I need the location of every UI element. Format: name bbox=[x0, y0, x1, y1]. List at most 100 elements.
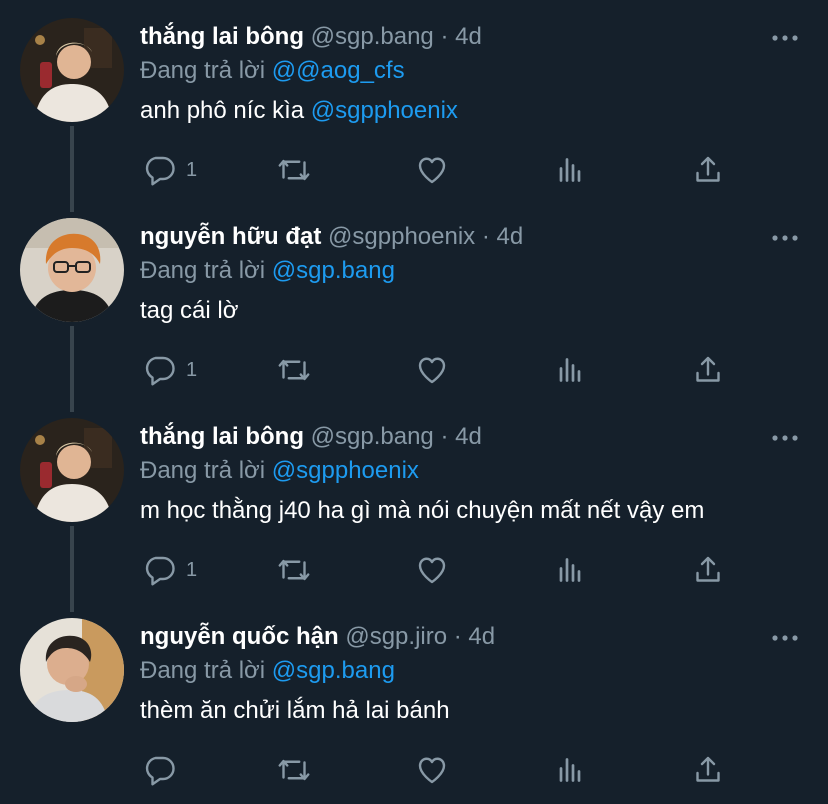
tweet-text-content: m học thằng j40 ha gì mà nói chuyện mất … bbox=[140, 497, 705, 524]
analytics-icon bbox=[559, 358, 581, 382]
avatar-photo-icon bbox=[20, 418, 124, 522]
analytics-button[interactable] bbox=[552, 550, 588, 590]
reply-button[interactable]: 1 bbox=[142, 150, 197, 190]
share-icon bbox=[696, 156, 720, 182]
user-handle[interactable]: @sgp.bang bbox=[311, 423, 434, 450]
separator-dot: · bbox=[440, 23, 449, 50]
analytics-button[interactable] bbox=[552, 750, 588, 790]
reply-icon bbox=[145, 556, 175, 586]
timestamp[interactable]: 4d bbox=[455, 423, 482, 450]
retweet-button[interactable] bbox=[276, 750, 312, 790]
reply-button[interactable] bbox=[142, 750, 186, 790]
tweet-actions bbox=[140, 750, 760, 790]
display-name[interactable]: nguyễn quốc hận bbox=[140, 623, 339, 650]
timestamp[interactable]: 4d bbox=[497, 223, 524, 250]
replying-to-mention[interactable]: @sgpphoenix bbox=[272, 457, 419, 484]
like-button[interactable] bbox=[414, 750, 450, 790]
timestamp[interactable]: 4d bbox=[455, 23, 482, 50]
tweet-mention[interactable]: @sgpphoenix bbox=[311, 97, 458, 124]
retweet-icon bbox=[278, 159, 310, 181]
like-icon bbox=[418, 757, 446, 784]
retweet-button[interactable] bbox=[276, 550, 312, 590]
replying-to-mention[interactable]: @@aog_cfs bbox=[272, 57, 405, 84]
replying-to-label: Đang trả lời bbox=[140, 457, 266, 484]
share-button[interactable] bbox=[690, 150, 726, 190]
analytics-button[interactable] bbox=[552, 150, 588, 190]
reply-button[interactable]: 1 bbox=[142, 350, 197, 390]
more-icon bbox=[772, 235, 798, 241]
like-icon bbox=[418, 557, 446, 584]
tweet-text: m học thằng j40 ha gì mà nói chuyện mất … bbox=[140, 494, 760, 528]
retweet-button[interactable] bbox=[276, 150, 312, 190]
like-button[interactable] bbox=[414, 150, 450, 190]
replying-to-label: Đang trả lời bbox=[140, 257, 266, 284]
replying-to-mention[interactable]: @sgp.bang bbox=[272, 257, 395, 284]
user-handle[interactable]: @sgp.jiro bbox=[345, 623, 447, 650]
more-button[interactable] bbox=[770, 628, 800, 648]
more-icon bbox=[772, 35, 798, 41]
separator-dot: · bbox=[453, 623, 462, 650]
share-icon bbox=[696, 556, 720, 582]
user-handle[interactable]: @sgpphoenix bbox=[328, 223, 475, 250]
share-icon bbox=[696, 756, 720, 782]
share-icon bbox=[696, 356, 720, 382]
separator-dot: · bbox=[481, 223, 490, 250]
like-button[interactable] bbox=[414, 550, 450, 590]
reply-icon bbox=[145, 756, 175, 786]
tweet-text: tag cái lờ bbox=[140, 294, 760, 328]
tweet-text: anh phô níc kìa @sgpphoenix bbox=[140, 94, 760, 128]
retweet-button[interactable] bbox=[276, 350, 312, 390]
tweet-text-content: tag cái lờ bbox=[140, 297, 239, 324]
avatar-photo-icon bbox=[20, 218, 124, 322]
share-button[interactable] bbox=[690, 750, 726, 790]
reply-button[interactable]: 1 bbox=[142, 550, 197, 590]
share-button[interactable] bbox=[690, 350, 726, 390]
tweet[interactable]: nguyễn quốc hận @sgp.jiro · 4d Đang trả … bbox=[0, 600, 828, 800]
reply-count: 1 bbox=[186, 558, 198, 581]
share-button[interactable] bbox=[690, 550, 726, 590]
tweet[interactable]: thắng lai bông @sgp.bang · 4d Đang trả l… bbox=[0, 0, 828, 212]
avatar[interactable] bbox=[20, 218, 124, 322]
avatar[interactable] bbox=[20, 418, 124, 522]
analytics-button[interactable] bbox=[552, 350, 588, 390]
tweet-text-content: thèm ăn chửi lắm hả lai bánh bbox=[140, 697, 450, 724]
analytics-icon bbox=[559, 158, 581, 182]
tweet-thread: thắng lai bông @sgp.bang · 4d Đang trả l… bbox=[0, 0, 828, 804]
tweet[interactable]: thắng lai bông @sgp.bang · 4d Đang trả l… bbox=[0, 400, 828, 612]
more-button[interactable] bbox=[770, 228, 800, 248]
display-name[interactable]: thắng lai bông bbox=[140, 23, 304, 50]
retweet-icon bbox=[278, 559, 310, 581]
separator-dot: · bbox=[440, 423, 449, 450]
like-button[interactable] bbox=[414, 350, 450, 390]
like-icon bbox=[418, 157, 446, 184]
timestamp[interactable]: 4d bbox=[468, 623, 495, 650]
tweet-text-content: anh phô níc kìa bbox=[140, 97, 311, 124]
analytics-icon bbox=[559, 558, 581, 582]
reply-icon bbox=[145, 356, 175, 386]
avatar-photo-icon bbox=[20, 618, 124, 722]
tweet-actions: 1 bbox=[140, 150, 760, 190]
replying-to-label: Đang trả lời bbox=[140, 57, 266, 84]
display-name[interactable]: nguyễn hữu đạt bbox=[140, 223, 321, 250]
avatar[interactable] bbox=[20, 18, 124, 122]
tweet-actions: 1 bbox=[140, 350, 760, 390]
analytics-icon bbox=[559, 758, 581, 782]
reply-icon bbox=[145, 156, 175, 186]
tweet[interactable]: nguyễn hữu đạt @sgpphoenix · 4d Đang trả… bbox=[0, 200, 828, 412]
replying-to-label: Đang trả lời bbox=[140, 657, 266, 684]
tweet-actions: 1 bbox=[140, 550, 760, 590]
replying-to-mention[interactable]: @sgp.bang bbox=[272, 657, 395, 684]
like-icon bbox=[418, 357, 446, 384]
more-button[interactable] bbox=[770, 428, 800, 448]
user-handle[interactable]: @sgp.bang bbox=[311, 23, 434, 50]
more-icon bbox=[772, 435, 798, 441]
display-name[interactable]: thắng lai bông bbox=[140, 423, 304, 450]
avatar-photo-icon bbox=[20, 18, 124, 122]
retweet-icon bbox=[278, 759, 310, 781]
more-button[interactable] bbox=[770, 28, 800, 48]
avatar[interactable] bbox=[20, 618, 124, 722]
retweet-icon bbox=[278, 359, 310, 381]
reply-count: 1 bbox=[186, 358, 198, 381]
more-icon bbox=[772, 635, 798, 641]
reply-count: 1 bbox=[186, 158, 198, 181]
